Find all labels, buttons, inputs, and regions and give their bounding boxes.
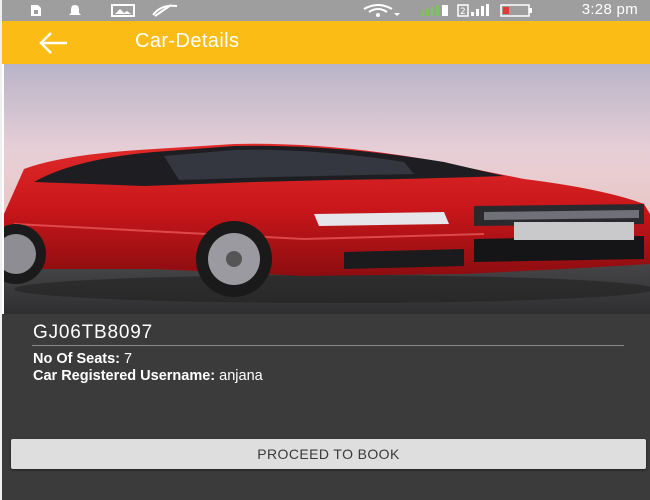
wifi-icon: [362, 4, 400, 17]
back-button[interactable]: [35, 29, 73, 57]
page-title: Car-Details: [135, 30, 240, 52]
status-time: 3:28 pm: [581, 1, 638, 18]
divider: [32, 345, 624, 346]
seats-row: No Of Seats: 7: [33, 351, 132, 367]
car-photo: [4, 64, 650, 314]
status-bar: 2 3:28 pm: [2, 0, 650, 21]
signal-off-icon: [151, 4, 179, 17]
seats-label: No Of Seats:: [33, 351, 121, 367]
notification-bell-icon: [68, 4, 82, 17]
screen: 2 3:28 pm Car-Details GJ06TB8097 No Of S…: [0, 0, 650, 500]
proceed-to-book-button[interactable]: PROCEED TO BOOK: [11, 439, 646, 469]
sim-card-icon: [29, 4, 42, 17]
battery-icon: [500, 4, 534, 17]
car-details-panel: GJ06TB8097 No Of Seats: 7 Car Registered…: [2, 314, 650, 500]
signal-strength-icon: 2: [457, 4, 491, 17]
car-registration-number: GJ06TB8097: [33, 322, 153, 343]
mobile-data-icon: [420, 4, 450, 17]
username-value: anjana: [219, 368, 263, 384]
back-arrow-icon: [35, 32, 73, 61]
registered-username-row: Car Registered Username: anjana: [33, 368, 263, 384]
svg-text:2: 2: [460, 7, 466, 17]
image-icon: [111, 4, 135, 17]
username-label: Car Registered Username:: [33, 368, 216, 384]
seats-value: 7: [124, 351, 133, 367]
app-bar: Car-Details: [2, 21, 650, 64]
